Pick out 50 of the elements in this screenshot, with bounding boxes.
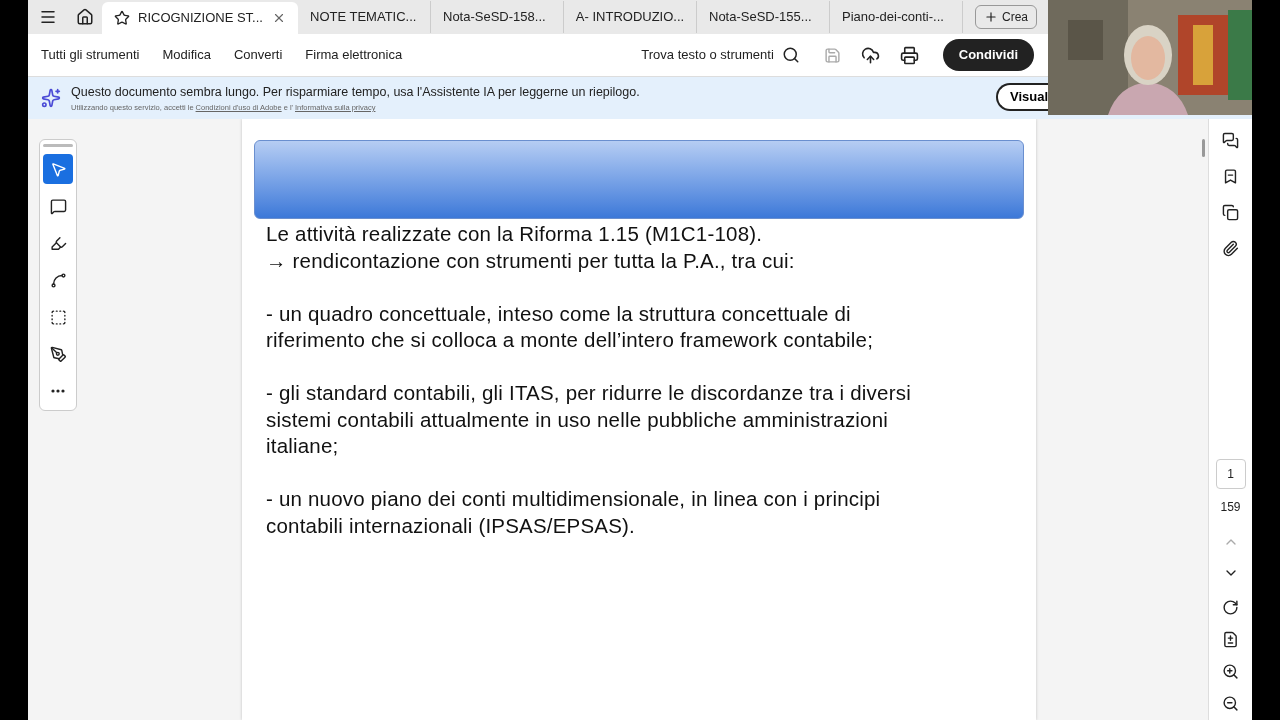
document-text-line: contabili internazionali (IPSAS/EPSAS).: [266, 512, 635, 539]
plus-icon: [984, 10, 998, 24]
banner-message: Questo documento sembra lungo. Per risparmiare tempo, usa l'Assistente IA per leggerne un riepilogo.: [71, 84, 640, 101]
document-tab[interactable]: Nota-SeSD-158...: [431, 1, 564, 33]
search-icon: [781, 46, 800, 64]
search-button[interactable]: Trova testo o strumenti: [641, 45, 800, 65]
document-text-line: riferimento che si colloca a monte dell’intero framework contabile;: [266, 327, 874, 353]
home-icon: [76, 8, 94, 26]
menu-item[interactable]: Modifica: [162, 45, 211, 65]
pointer-tool[interactable]: [43, 154, 73, 184]
pages-icon[interactable]: [1222, 204, 1239, 221]
pen-icon: [49, 345, 67, 363]
upload-icon[interactable]: [860, 45, 880, 65]
document-text-line: - un quadro concettuale, inteso come la struttura concettuale di: [266, 300, 851, 327]
view-button[interactable]: Visual: [996, 83, 1048, 111]
create-button[interactable]: Crea: [975, 5, 1037, 29]
comments-icon[interactable]: [1222, 132, 1239, 149]
page-number-field[interactable]: 1: [1215, 459, 1246, 489]
pointer-icon: [49, 160, 67, 178]
attachment-icon[interactable]: [1222, 240, 1239, 257]
document-text-line: - un nuovo piano dei conti multidimensionale, in linea con i principi: [266, 486, 881, 512]
share-button[interactable]: Condividi: [942, 39, 1034, 71]
menu-item[interactable]: Converti: [233, 45, 283, 65]
ai-assistant-icon: [41, 88, 61, 108]
document-tab[interactable]: RICOGNIZIONE ST...: [102, 2, 298, 34]
text-box-icon: [49, 308, 67, 326]
print-icon[interactable]: [899, 45, 919, 65]
rotate-icon[interactable]: [1222, 599, 1239, 616]
page-total: 159: [1220, 499, 1241, 516]
menu-item[interactable]: Firma elettronica: [305, 45, 403, 65]
document-tab[interactable]: Nota-SeSD-155...: [697, 1, 830, 33]
document-tab[interactable]: Piano-dei-conti-...: [830, 1, 963, 33]
document-text-line: → rendicontazione con strumenti per tutta la P.A., tra cui:: [266, 247, 795, 274]
document-text-line: sistemi contabili attualmente in uso nelle pubbliche amministrazioni: [266, 406, 889, 433]
menu-item[interactable]: Tutti gli strumenti: [41, 45, 140, 65]
more-icon: [51, 389, 65, 393]
document-text-line: Le attività realizzate con la Riforma 1.15 (M1C1-108).: [266, 221, 763, 247]
zoom-in-icon[interactable]: [1222, 663, 1239, 680]
document-tab[interactable]: NOTE TEMATIC...: [298, 1, 431, 33]
menu-icon: [39, 8, 57, 26]
comment-icon: [49, 197, 67, 215]
highlighter-icon: [49, 234, 67, 252]
zoom-out-icon[interactable]: [1222, 695, 1239, 712]
star-icon: [114, 10, 130, 26]
document-tab[interactable]: A- INTRODUZIO...: [564, 1, 697, 33]
freehand-icon: [49, 271, 67, 289]
bookmark-icon[interactable]: [1222, 168, 1239, 185]
close-icon: [272, 11, 286, 25]
document-text-line: - gli standard contabili, gli ITAS, per ridurre le discordanze tra i diversi: [266, 380, 911, 406]
document-text-line: italiane;: [266, 433, 339, 459]
